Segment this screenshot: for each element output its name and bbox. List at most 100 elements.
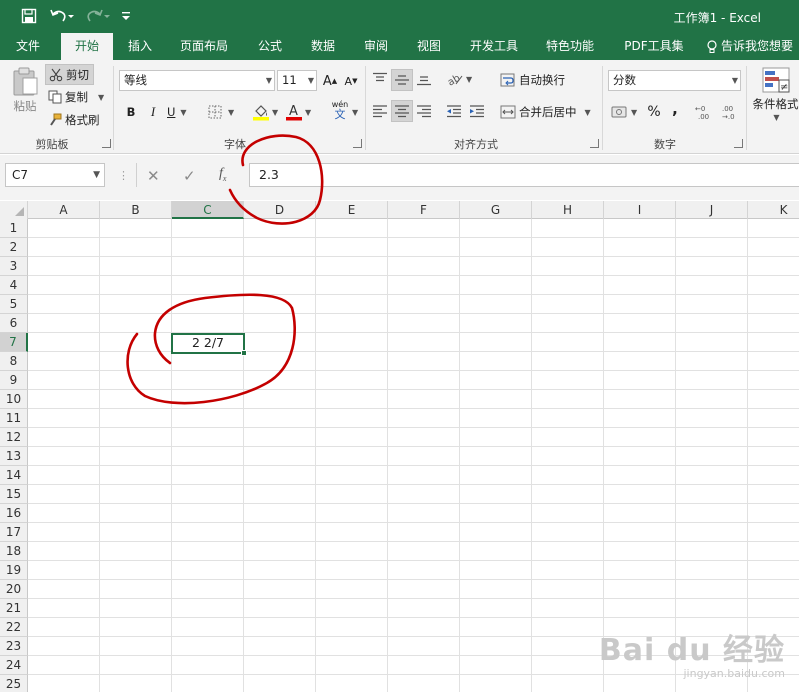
align-bottom-button[interactable]	[416, 70, 434, 88]
column-header-g[interactable]: G	[460, 201, 532, 219]
tab-special-features[interactable]: 特色功能	[538, 33, 602, 60]
tab-view[interactable]: 视图	[407, 33, 451, 60]
row-header-5[interactable]: 5	[0, 295, 28, 314]
borders-button[interactable]: ▼	[208, 103, 234, 121]
redo-icon[interactable]	[83, 6, 113, 26]
row-header-12[interactable]: 12	[0, 428, 28, 447]
tab-pdf-tools[interactable]: PDF工具集	[614, 33, 694, 60]
column-header-c[interactable]: C	[172, 201, 244, 219]
cancel-entry-icon[interactable]: ✕	[147, 167, 160, 185]
row-header-3[interactable]: 3	[0, 257, 28, 276]
row-header-8[interactable]: 8	[0, 352, 28, 371]
row-header-16[interactable]: 16	[0, 504, 28, 523]
column-header-k[interactable]: K	[748, 201, 799, 219]
name-box[interactable]: C7 ▼	[5, 163, 105, 187]
conditional-formatting-button[interactable]: ≠ 条件格式 ▼	[752, 66, 799, 128]
column-header-d[interactable]: D	[244, 201, 316, 219]
tab-developer[interactable]: 开发工具	[462, 33, 526, 60]
phonetic-dropdown-arrow-icon[interactable]: ▼	[352, 108, 358, 117]
row-header-1[interactable]: 1	[0, 219, 28, 238]
confirm-entry-icon[interactable]: ✓	[183, 167, 196, 185]
save-icon[interactable]	[18, 6, 40, 26]
customize-quick-access-icon[interactable]	[119, 6, 133, 26]
row-header-4[interactable]: 4	[0, 276, 28, 295]
column-header-i[interactable]: I	[604, 201, 676, 219]
select-all-button[interactable]	[0, 201, 28, 219]
row-header-14[interactable]: 14	[0, 466, 28, 485]
tab-file[interactable]: 文件	[6, 33, 50, 60]
align-right-button[interactable]	[416, 102, 434, 120]
percent-style-button[interactable]: %	[647, 103, 661, 121]
align-top-button[interactable]	[372, 70, 390, 88]
worksheet-grid[interactable]: ABCDEFGHIJK 1 2 3 4 5 6 7 8 9 10 11 12 13 14 15 16 17 18 1…	[0, 201, 799, 692]
row-header-15[interactable]: 15	[0, 485, 28, 504]
tab-data[interactable]: 数据	[301, 33, 345, 60]
row-header-18[interactable]: 18	[0, 542, 28, 561]
row-header-10[interactable]: 10	[0, 390, 28, 409]
comma-style-button[interactable]: ,	[670, 100, 680, 118]
row-header-21[interactable]: 21	[0, 599, 28, 618]
row-header-25[interactable]: 25	[0, 675, 28, 692]
bold-button[interactable]: B	[124, 103, 138, 121]
increase-decimal-button[interactable]: ←0.00	[695, 102, 713, 122]
row-header-17[interactable]: 17	[0, 523, 28, 542]
clipboard-launcher-icon[interactable]	[102, 139, 111, 148]
formula-bar-grip-icon[interactable]: ⋮	[118, 169, 129, 182]
row-header-7[interactable]: 7	[0, 333, 28, 352]
column-header-f[interactable]: F	[388, 201, 460, 219]
column-header-j[interactable]: J	[676, 201, 748, 219]
row-header-13[interactable]: 13	[0, 447, 28, 466]
align-middle-button[interactable]	[391, 69, 413, 91]
copy-button[interactable]: 复制 ▼	[48, 87, 104, 107]
underline-button[interactable]: U ▼	[167, 103, 187, 121]
decrease-decimal-button[interactable]: .00 →.0	[721, 102, 739, 122]
font-color-button[interactable]: A ▼	[285, 102, 311, 122]
fill-color-button[interactable]: ▼	[252, 102, 278, 122]
wrap-text-button[interactable]: 自动换行	[500, 70, 565, 90]
tell-me-search[interactable]: 告诉我您想要	[706, 33, 799, 60]
alignment-launcher-icon[interactable]	[590, 139, 599, 148]
row-header-20[interactable]: 20	[0, 580, 28, 599]
tab-home[interactable]: 开始	[61, 33, 113, 60]
decrease-font-size-button[interactable]: A ▼	[343, 72, 359, 90]
row-header-6[interactable]: 6	[0, 314, 28, 333]
column-header-h[interactable]: H	[532, 201, 604, 219]
font-name-select[interactable]: 等线 ▼	[119, 70, 275, 91]
number-launcher-icon[interactable]	[734, 139, 743, 148]
paste-button[interactable]: 粘贴	[8, 66, 42, 124]
increase-indent-button[interactable]	[469, 102, 487, 120]
tab-insert[interactable]: 插入	[118, 33, 162, 60]
column-header-b[interactable]: B	[100, 201, 172, 219]
tab-formulas[interactable]: 公式	[248, 33, 292, 60]
column-header-a[interactable]: A	[28, 201, 100, 219]
fill-handle[interactable]	[241, 350, 247, 356]
tab-review[interactable]: 审阅	[354, 33, 398, 60]
phonetic-guide-button[interactable]: wén 文	[329, 100, 351, 124]
number-format-select[interactable]: 分数 ▼	[608, 70, 741, 91]
undo-icon[interactable]	[47, 6, 77, 26]
increase-font-size-button[interactable]: A ▲	[322, 72, 338, 90]
active-cell-c7[interactable]: 2 2/7	[171, 333, 245, 354]
align-center-button[interactable]	[391, 100, 413, 122]
align-left-button[interactable]	[372, 102, 390, 120]
row-header-9[interactable]: 9	[0, 371, 28, 390]
formula-input[interactable]: 2.3	[249, 163, 799, 187]
font-size-select[interactable]: 11 ▼	[277, 70, 317, 91]
format-painter-button[interactable]: 格式刷	[48, 110, 100, 130]
insert-function-icon[interactable]: fx	[219, 166, 226, 183]
row-header-2[interactable]: 2	[0, 238, 28, 257]
accounting-format-button[interactable]: ▼	[611, 102, 637, 122]
row-header-24[interactable]: 24	[0, 656, 28, 675]
cut-button[interactable]: 剪切	[45, 64, 94, 85]
decrease-indent-button[interactable]	[446, 102, 464, 120]
orientation-button[interactable]: ab ▼	[446, 70, 472, 88]
merge-center-button[interactable]: 合并后居中 ▼	[500, 102, 591, 122]
italic-button[interactable]: I	[146, 103, 160, 121]
tab-page-layout[interactable]: 页面布局	[172, 33, 236, 60]
row-header-11[interactable]: 11	[0, 409, 28, 428]
column-header-e[interactable]: E	[316, 201, 388, 219]
row-header-19[interactable]: 19	[0, 561, 28, 580]
row-header-22[interactable]: 22	[0, 618, 28, 637]
font-launcher-icon[interactable]	[353, 139, 362, 148]
row-header-23[interactable]: 23	[0, 637, 28, 656]
